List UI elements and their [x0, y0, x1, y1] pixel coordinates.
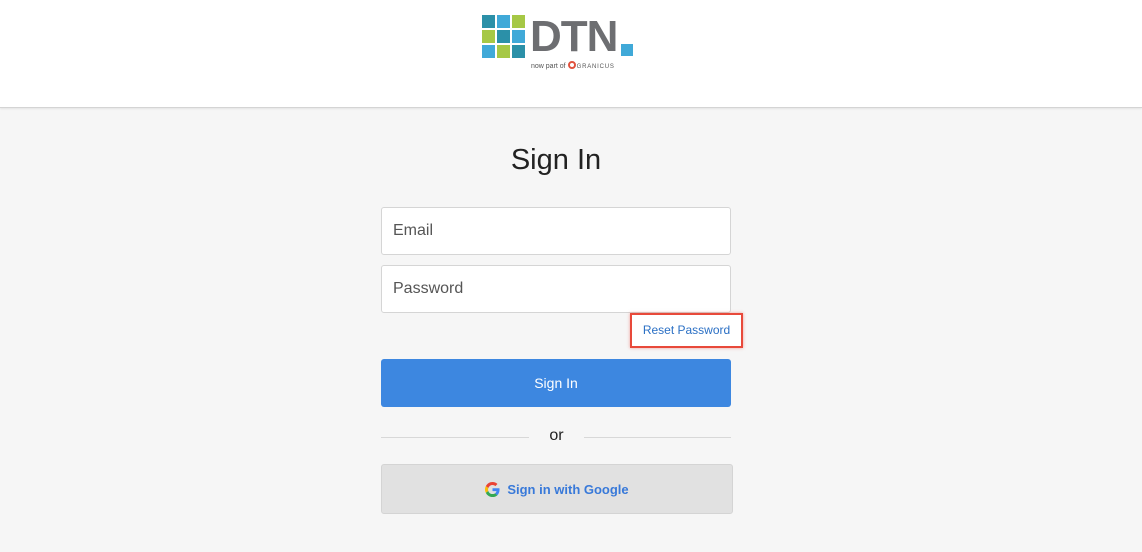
granicus-logo-icon — [567, 61, 576, 69]
sign-in-button[interactable]: Sign In — [381, 359, 731, 407]
google-sign-in-button[interactable]: Sign in with Google — [381, 464, 733, 514]
logo-tagline-brand: GRANICUS — [576, 64, 615, 70]
password-field[interactable] — [381, 265, 731, 313]
divider-line-right — [584, 437, 731, 438]
google-g-icon — [485, 481, 500, 497]
dtn-logo: DTN now part of GRANICUS — [482, 12, 637, 75]
email-field[interactable] — [381, 207, 731, 255]
divider-line-left — [381, 437, 529, 438]
header-bar: DTN now part of GRANICUS — [0, 0, 1142, 108]
google-sign-in-label: Sign in with Google — [507, 481, 629, 497]
reset-password-link[interactable]: Reset Password — [632, 315, 741, 346]
divider-or: or — [549, 427, 564, 444]
logo-tagline: now part of GRANICUS — [531, 61, 641, 72]
logo-tagline-prefix: now part of — [531, 63, 566, 70]
logo-grid-icon — [482, 15, 526, 59]
page-title: Sign In — [510, 144, 602, 176]
reset-password-highlight: Reset Password — [630, 313, 743, 348]
logo-dot — [621, 44, 633, 56]
logo-wordmark: DTN — [530, 12, 618, 61]
